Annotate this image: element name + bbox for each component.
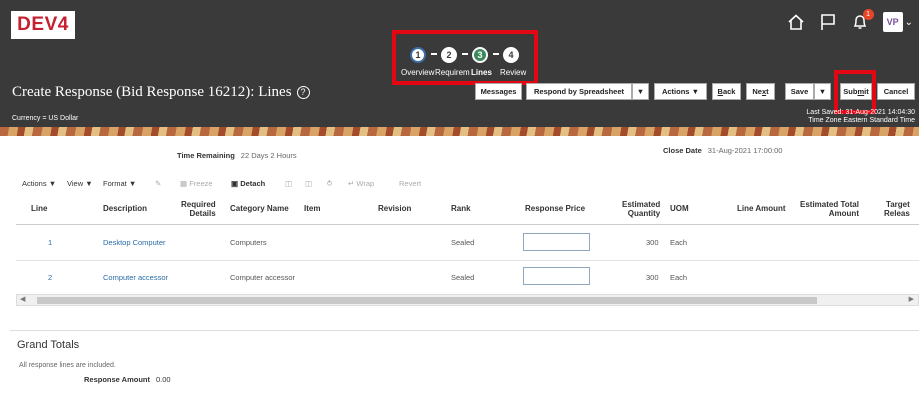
wrap-button[interactable]: ↵ Wrap <box>348 179 374 188</box>
train-stop-4[interactable]: 4 <box>503 47 519 63</box>
train-stop-1[interactable]: 1 <box>410 47 426 63</box>
row-2-quantity: 300 <box>646 273 659 282</box>
row-2-response-price-input[interactable] <box>523 267 590 285</box>
time-zone-text: Time Zone Eastern Standard Time <box>808 117 915 124</box>
decorative-banner <box>0 127 919 136</box>
response-amount: Response Amount 0.00 <box>84 375 171 384</box>
col-description[interactable]: Description <box>103 204 147 213</box>
train-stop-2[interactable]: 2 <box>441 47 457 63</box>
col-line-amount[interactable]: Line Amount <box>737 204 786 213</box>
messages-button[interactable]: Messages <box>475 83 522 100</box>
notification-badge: 1 <box>862 9 874 20</box>
train-label-requirements[interactable]: Requirem <box>435 68 470 77</box>
caret-down-icon: ▼ <box>691 87 700 96</box>
table-actions-menu[interactable]: Actions ▼ <box>22 179 56 188</box>
spreadsheet-dropdown-button[interactable]: ▼ <box>632 83 649 100</box>
flag-icon[interactable] <box>819 13 837 31</box>
row-1-uom: Each <box>670 238 688 247</box>
train-connector <box>431 53 437 55</box>
page-title-text: Create Response (Bid Response 16212): Li… <box>12 84 292 100</box>
last-saved-text: Last Saved: 31-Aug-2021 14:04:30 <box>806 109 915 116</box>
last-saved-info: Last Saved: 31-Aug-2021 14:04:30 Time Zo… <box>806 109 915 125</box>
section-divider <box>10 330 919 331</box>
scroll-left-icon[interactable]: ◀ <box>20 295 25 305</box>
train-label-review[interactable]: Review <box>500 68 526 77</box>
column-icon[interactable]: ◫ <box>305 179 312 188</box>
logo: DEV4 <box>11 11 75 39</box>
train-label-lines[interactable]: Lines <box>471 68 492 77</box>
row-divider <box>16 260 919 261</box>
scroll-right-icon[interactable]: ▶ <box>909 295 914 305</box>
col-response-price[interactable]: Response Price <box>525 204 585 213</box>
row-2-description-link[interactable]: Computer accessor <box>103 273 168 282</box>
chevron-down-icon: ⌄ <box>904 16 913 28</box>
home-icon[interactable] <box>787 13 805 31</box>
time-remaining: Time Remaining 22 Days 2 Hours <box>177 151 297 160</box>
col-revision[interactable]: Revision <box>378 204 411 213</box>
row-2-uom: Each <box>670 273 688 282</box>
caret-down-icon: ▼ <box>818 87 827 96</box>
notifications-button[interactable]: 1 <box>851 9 874 31</box>
train-connector <box>462 53 468 55</box>
scrollbar-thumb[interactable] <box>37 297 817 304</box>
row-1-quantity: 300 <box>646 238 659 247</box>
col-target-release[interactable]: Target Releas <box>884 200 910 218</box>
page-title: Create Response (Bid Response 16212): Li… <box>12 84 310 101</box>
col-estimated-total-amount[interactable]: Estimated Total Amount <box>800 200 859 218</box>
col-uom[interactable]: UOM <box>670 204 689 213</box>
col-rank[interactable]: Rank <box>451 204 471 213</box>
main-content: Time Remaining 22 Days 2 Hours Close Date… <box>0 136 919 414</box>
freeze-button[interactable]: ▦ Freeze <box>180 179 213 188</box>
actions-button[interactable]: Actions ▼ <box>654 83 707 100</box>
train-label-overview[interactable]: Overview <box>401 68 434 77</box>
close-date: Close Date 31-Aug-2021 17:00:00 <box>663 146 783 155</box>
back-button[interactable]: Back <box>712 83 741 100</box>
row-1-category: Computers <box>230 238 267 247</box>
col-line[interactable]: Line <box>31 204 47 213</box>
header-divider <box>16 224 919 225</box>
table-format-menu[interactable]: Format ▼ <box>103 179 136 188</box>
row-1-rank: Sealed <box>451 238 475 247</box>
row-1-description-link[interactable]: Desktop Computer <box>103 238 166 247</box>
detach-icon: ▣ <box>231 179 239 188</box>
grand-totals-title: Grand Totals <box>17 339 80 351</box>
pencil-icon[interactable]: ✎ <box>155 179 161 188</box>
save-button[interactable]: Save <box>785 83 814 100</box>
currency-label: Currency = US Dollar <box>12 115 79 122</box>
submit-highlight <box>834 70 876 114</box>
table-view-menu[interactable]: View ▼ <box>67 179 93 188</box>
user-menu[interactable]: VP ⌄ <box>882 12 913 32</box>
global-icons: 1 VP ⌄ <box>787 9 913 32</box>
horizontal-scrollbar[interactable]: ◀ ▶ <box>16 294 919 306</box>
cancel-button[interactable]: Cancel <box>877 83 915 100</box>
detach-button[interactable]: ▣ Detach <box>231 179 265 188</box>
resize-icon[interactable]: ⥁ <box>327 179 332 188</box>
col-category-name[interactable]: Category Name <box>230 204 289 213</box>
app-header: DEV4 1 VP ⌄ 1 2 3 4 Overview Requirem Li… <box>0 0 919 135</box>
row-2-line[interactable]: 2 <box>48 273 52 282</box>
grand-totals-note: All response lines are included. <box>19 362 116 369</box>
process-train: 1 2 3 4 Overview Requirem Lines Review <box>392 30 538 85</box>
train-stop-3[interactable]: 3 <box>472 47 488 63</box>
freeze-icon: ▦ <box>180 179 188 188</box>
caret-down-icon: ▼ <box>636 87 645 96</box>
row-1-line[interactable]: 1 <box>48 238 52 247</box>
row-2-rank: Sealed <box>451 273 475 282</box>
column-icon[interactable]: ◫ <box>285 179 292 188</box>
row-2-category: Computer accessor <box>230 273 296 282</box>
respond-by-spreadsheet-button[interactable]: Respond by Spreadsheet <box>526 83 632 100</box>
col-estimated-quantity[interactable]: Estimated Quantity <box>622 200 660 218</box>
help-icon[interactable]: ? <box>296 86 310 99</box>
train-connector <box>493 53 499 55</box>
col-required-details[interactable]: Required Details <box>181 200 216 218</box>
wrap-icon: ↵ <box>348 179 355 188</box>
avatar: VP <box>882 12 903 32</box>
actions-label: Actions <box>661 87 690 96</box>
next-button[interactable]: Next <box>746 83 775 100</box>
revert-button[interactable]: Revert <box>399 179 421 188</box>
row-1-response-price-input[interactable] <box>523 233 590 251</box>
save-dropdown-button[interactable]: ▼ <box>814 83 831 100</box>
col-item[interactable]: Item <box>304 204 320 213</box>
